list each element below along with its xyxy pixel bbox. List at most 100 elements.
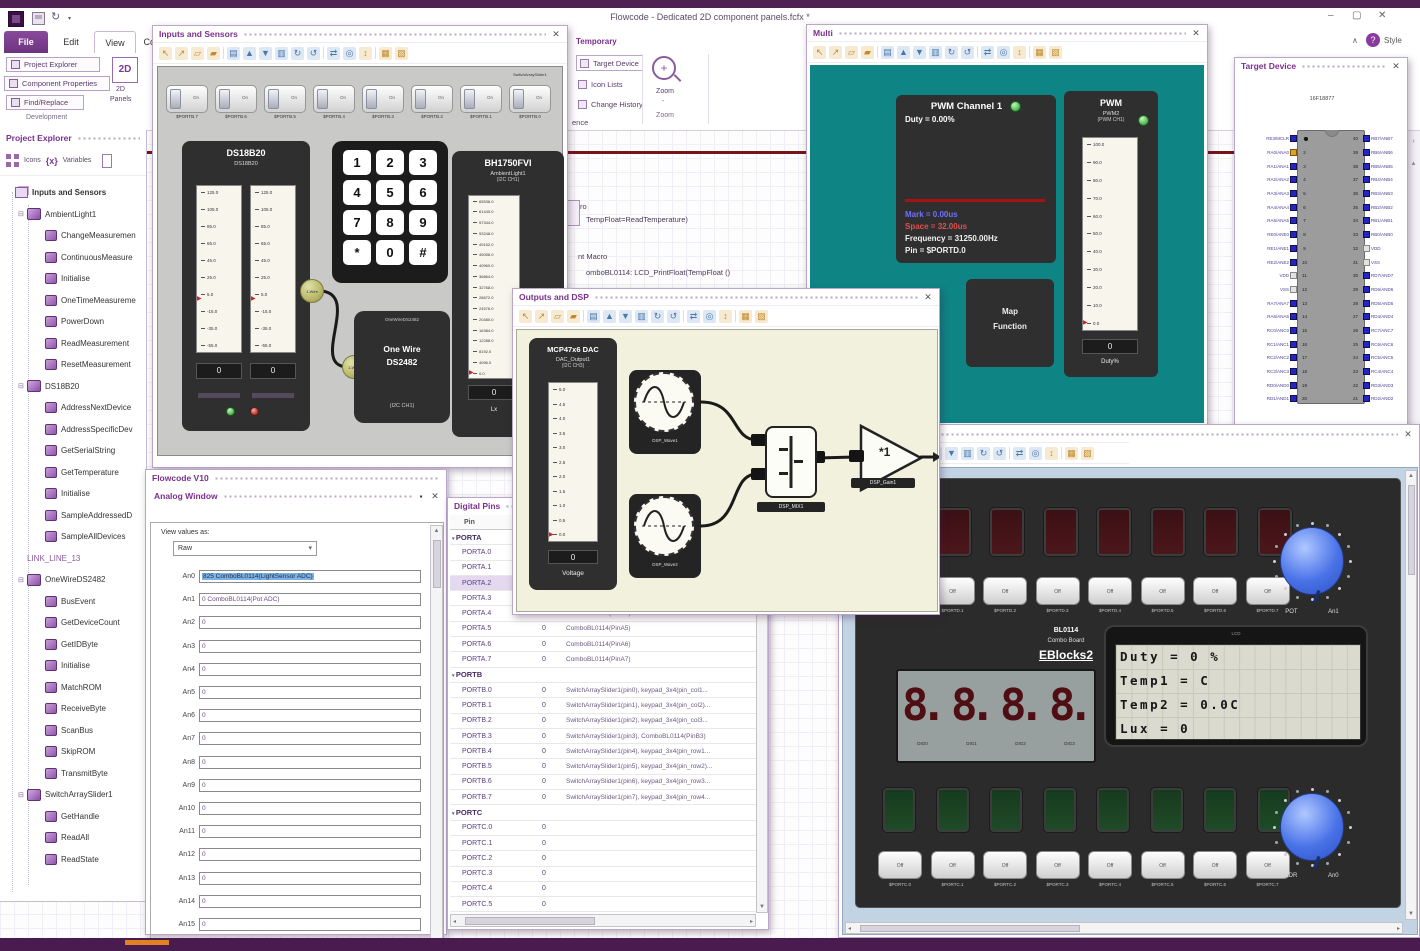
chip-pin[interactable]: 22 RD3/AND3 <box>1349 378 1407 392</box>
close-icon[interactable]: ✕ <box>923 292 933 302</box>
chip-pin[interactable]: 36 RB3/ANB3 <box>1349 187 1407 201</box>
toolbar-icon[interactable] <box>735 310 736 322</box>
digital-pin-row[interactable]: PORTB.2 0 SwitchArraySlider1(pin2), keyp… <box>450 714 756 729</box>
chip-pin[interactable]: RE2/ANE2 10 <box>1237 255 1311 269</box>
toggle-switch[interactable]: On <box>313 85 355 113</box>
keypad-key[interactable]: # <box>409 240 437 265</box>
toolbar-icon[interactable]: ▥ <box>275 46 288 60</box>
tree-item[interactable]: GetHandle <box>4 806 146 828</box>
dsp-wave1-block[interactable]: DSP_Wave1 <box>629 370 701 454</box>
analog-value-input[interactable]: 0 ComboBL0114(Pot ADC) <box>199 593 421 607</box>
analog-value-input[interactable]: 0 <box>199 848 421 862</box>
toolbar-icon[interactable]: ↖ <box>813 45 826 59</box>
tree-item[interactable]: ContinuousMeasure <box>4 247 146 269</box>
toolbar-icon[interactable]: ↗ <box>829 45 842 59</box>
dac-block[interactable]: MCP47x6 DAC DAC_Output1 (I2C CH3) ▶ 5.0 4… <box>529 338 617 590</box>
chip-pin[interactable]: 27 RD4/AND4 <box>1349 310 1407 324</box>
chip-pin[interactable]: 35 RB2/ANB2 <box>1349 200 1407 214</box>
toolbar-icon[interactable]: ↖ <box>519 309 532 323</box>
toolbar-icon[interactable]: ▼ <box>619 309 632 323</box>
toolbar-icon[interactable]: ↗ <box>535 309 548 323</box>
toolbar-icon[interactable]: ↕ <box>1013 45 1026 59</box>
tree-item[interactable]: AddressSpecificDev <box>4 419 146 441</box>
switch-handle[interactable] <box>464 89 475 109</box>
splitter-right-icon[interactable]: › <box>1407 138 1420 145</box>
scroll-thumb[interactable] <box>433 540 441 588</box>
tree-item[interactable]: GetSerialString <box>4 440 146 462</box>
pwm-gauge-block[interactable]: PWM PWM2 (PWM CH1) ▶ 100.0 90.0 80.0 70.0 60… <box>1064 91 1158 377</box>
keypad-key[interactable]: 2 <box>376 150 404 175</box>
zoom-button[interactable]: Zoom <box>650 88 680 95</box>
variables-icon[interactable]: {x} <box>46 156 58 166</box>
tab-view[interactable]: View <box>94 31 136 53</box>
toolbar-icon[interactable]: ▼ <box>259 46 272 60</box>
ds18b20-block[interactable]: DS18B20 DS18B20 ▶ 125.0 105.0 85.0 65.0 45.0… <box>182 141 310 431</box>
digital-pin-row[interactable]: PORTB.7 0 SwitchArraySlider1(pin7), keyp… <box>450 790 756 806</box>
canvas-right-scrollbar[interactable]: › ▴ <box>1406 130 1420 426</box>
toolbar-icon[interactable]: ▱ <box>551 309 564 323</box>
toolbar-icon[interactable]: ↺ <box>961 45 974 59</box>
toolbar-icon[interactable]: ↻ <box>291 46 304 60</box>
switch-handle[interactable] <box>317 89 328 109</box>
minimize-button[interactable]: – <box>1328 10 1334 21</box>
push-button[interactable]: Off <box>1193 851 1237 879</box>
push-button[interactable]: Off <box>1035 577 1080 605</box>
toolbar-icon[interactable]: ◎ <box>343 46 356 60</box>
push-button[interactable]: Off <box>1140 577 1185 605</box>
gauge-marker-icon[interactable]: ▶ <box>197 296 202 302</box>
switch-handle[interactable] <box>415 89 426 109</box>
close-button[interactable]: ✕ <box>1378 10 1386 21</box>
chip-pin[interactable]: 33 RB0/ANB0 <box>1349 228 1407 242</box>
switch-handle[interactable] <box>366 89 377 109</box>
tree-item[interactable]: ScanBus <box>4 720 146 742</box>
chip-pin[interactable]: RA5/ANA5 7 <box>1237 214 1311 228</box>
digital-hscrollbar[interactable]: ◂ ▸ <box>450 914 756 927</box>
digital-pin-row[interactable]: PORTB.1 0 SwitchArraySlider1(pin1), keyp… <box>450 698 756 714</box>
keypad-key[interactable]: 8 <box>376 210 404 235</box>
keypad-key[interactable]: 5 <box>376 180 404 205</box>
toolbar-icon[interactable]: ↗ <box>175 46 188 60</box>
onewire-ds2482-block[interactable]: OneWireDS2482 One Wire DS2482 (I2C CH1) <box>354 311 450 423</box>
tree-item[interactable]: LINK_LINE_13 <box>4 548 146 570</box>
toolbar-icon[interactable] <box>1009 447 1010 459</box>
chip-pin[interactable]: 30 RD7/AND7 <box>1349 269 1407 283</box>
close-icon[interactable]: ✕ <box>1403 429 1413 439</box>
chip-pin[interactable]: 40 RB7/ANB7 <box>1349 132 1407 146</box>
push-button[interactable]: Off <box>878 851 922 879</box>
dsp-mix-block[interactable] <box>765 426 817 498</box>
digital-pin-row[interactable]: PORTA.7 0 ComboBL0114(PinA7) <box>450 652 756 668</box>
toolbar-icon[interactable]: ↻ <box>945 45 958 59</box>
toolbar-icon[interactable]: ⇄ <box>1013 446 1026 460</box>
tree-item[interactable]: Initialise <box>4 655 146 677</box>
chip-pin[interactable]: RA2/ANA2 4 <box>1237 173 1311 187</box>
digital-pin-row[interactable]: PORTB.3 0 SwitchArraySlider1(pin3), Comb… <box>450 729 756 745</box>
push-button[interactable]: Off <box>983 577 1027 605</box>
chip-pin[interactable]: RC3/ANC3 18 <box>1237 365 1311 379</box>
tree-item[interactable]: SkipROM <box>4 741 146 763</box>
toolbar-icon[interactable]: ↺ <box>993 446 1006 460</box>
chip-pin[interactable]: RD0/AND0 19 <box>1237 378 1311 392</box>
chip-pin[interactable]: RC0/ANC0 15 <box>1237 324 1311 338</box>
restore-button[interactable]: ▢ <box>1352 10 1361 21</box>
keypad-key[interactable]: 9 <box>409 210 437 235</box>
toolbar-icon[interactable] <box>1061 447 1062 459</box>
chip-pin[interactable]: 29 RD6/AND6 <box>1349 283 1407 297</box>
chip-pin[interactable]: RA0/ANA0 2 <box>1237 146 1311 160</box>
analog-value-input[interactable]: 0 <box>199 801 421 815</box>
toolbar-icon[interactable] <box>877 46 878 58</box>
tree-item[interactable]: Initialise <box>4 268 146 290</box>
toolbar-icon[interactable]: ↻ <box>977 446 990 460</box>
keypad-key[interactable]: 3 <box>409 150 437 175</box>
chip-pin[interactable]: RA4/ANA4 6 <box>1237 200 1311 214</box>
toolbar-icon[interactable]: ↻ <box>651 309 664 323</box>
tree-item[interactable]: PowerDown <box>4 311 146 333</box>
push-button[interactable]: Off <box>1088 851 1132 879</box>
switch-handle[interactable] <box>513 89 524 109</box>
toolbar-icon[interactable]: ▥ <box>929 45 942 59</box>
chip-pin[interactable]: RC1/ANC1 16 <box>1237 337 1311 351</box>
analog-value-input[interactable]: 0 <box>199 709 421 723</box>
tree-item[interactable]: Initialise <box>4 483 146 505</box>
chip-pin[interactable]: RC2/ANC2 17 <box>1237 351 1311 365</box>
chip-pin[interactable]: RE0/ANE0 8 <box>1237 228 1311 242</box>
analog-value-input[interactable]: 0 <box>199 616 421 630</box>
